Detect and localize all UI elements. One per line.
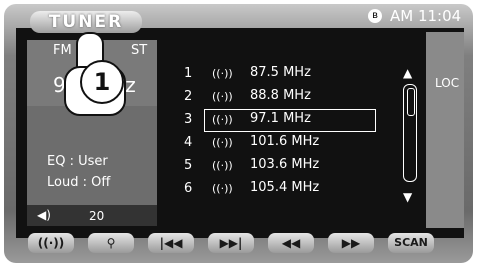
step-number: 1 bbox=[80, 60, 124, 104]
preset-frequency: 87.5 MHz bbox=[250, 65, 311, 80]
search-button[interactable]: ⚲ bbox=[88, 233, 134, 253]
volume-value: 20 bbox=[89, 209, 105, 223]
volume-row[interactable]: ◀) 20 bbox=[27, 205, 157, 226]
preset-frequency: 105.4 MHz bbox=[250, 180, 320, 195]
antenna-button[interactable]: ((·)) bbox=[28, 233, 74, 253]
antenna-icon: ((·)) bbox=[212, 90, 233, 103]
preset-row[interactable]: 5 ((·)) 103.6 MHz bbox=[160, 155, 415, 178]
clock: AM 11:04 bbox=[390, 7, 462, 25]
scroll-down-button[interactable]: ▼ bbox=[403, 190, 412, 204]
loc-button[interactable]: LOC bbox=[435, 76, 459, 90]
fast-forward-icon: ▶▶ bbox=[341, 236, 361, 250]
preset-row-selected[interactable]: 3 ((·)) 97.1 MHz bbox=[160, 109, 415, 132]
preset-number: 2 bbox=[184, 89, 193, 104]
skip-back-icon: |◀◀ bbox=[159, 236, 183, 250]
antenna-icon: ((·)) bbox=[212, 182, 233, 195]
antenna-icon: ((·)) bbox=[37, 236, 65, 250]
preset-frequency: 97.1 MHz bbox=[250, 111, 311, 126]
preset-frequency: 101.6 MHz bbox=[250, 134, 320, 149]
preset-row[interactable]: 1 ((·)) 87.5 MHz bbox=[160, 63, 415, 86]
scan-button[interactable]: SCAN bbox=[388, 233, 434, 253]
preset-frequency: 103.6 MHz bbox=[250, 157, 320, 172]
scrollbar-thumb[interactable] bbox=[407, 88, 415, 116]
preset-list: 1 ((·)) 87.5 MHz 2 ((·)) 88.8 MHz 3 ((·)… bbox=[160, 53, 415, 213]
bottom-control-bar: ((·)) ⚲ |◀◀ ▶▶| ◀◀ ▶▶ SCAN bbox=[28, 233, 446, 257]
tap-hand-illustration: 1 bbox=[58, 28, 126, 116]
skip-back-button[interactable]: |◀◀ bbox=[148, 233, 194, 253]
preset-frequency: 88.8 MHz bbox=[250, 88, 311, 103]
speaker-icon: ◀) bbox=[37, 208, 51, 222]
rewind-button[interactable]: ◀◀ bbox=[268, 233, 314, 253]
antenna-icon: ((·)) bbox=[212, 67, 233, 80]
antenna-icon: ((·)) bbox=[212, 159, 233, 172]
preset-number: 1 bbox=[184, 66, 193, 81]
search-icon: ⚲ bbox=[106, 236, 116, 250]
preset-number: 6 bbox=[184, 181, 193, 196]
preset-row[interactable]: 6 ((·)) 105.4 MHz bbox=[160, 178, 415, 201]
fast-forward-button[interactable]: ▶▶ bbox=[328, 233, 374, 253]
skip-forward-button[interactable]: ▶▶| bbox=[208, 233, 254, 253]
preset-row[interactable]: 2 ((·)) 88.8 MHz bbox=[160, 86, 415, 109]
preset-number: 5 bbox=[184, 158, 193, 173]
loud-status: Loud : Off bbox=[47, 175, 111, 190]
antenna-icon: ((·)) bbox=[212, 136, 233, 149]
stereo-indicator: ST bbox=[131, 43, 148, 58]
scroll-up-button[interactable]: ▲ bbox=[403, 66, 412, 80]
skip-forward-icon: ▶▶| bbox=[219, 236, 243, 250]
side-button-column bbox=[426, 32, 464, 228]
preset-row[interactable]: 4 ((·)) 101.6 MHz bbox=[160, 132, 415, 155]
preset-number: 4 bbox=[184, 135, 193, 150]
scan-label: SCAN bbox=[394, 236, 428, 249]
bluetooth-icon: ʙ bbox=[368, 9, 382, 23]
antenna-icon: ((·)) bbox=[212, 113, 233, 126]
eq-status: EQ : User bbox=[47, 154, 108, 169]
preset-number: 3 bbox=[184, 112, 193, 127]
rewind-icon: ◀◀ bbox=[281, 236, 301, 250]
